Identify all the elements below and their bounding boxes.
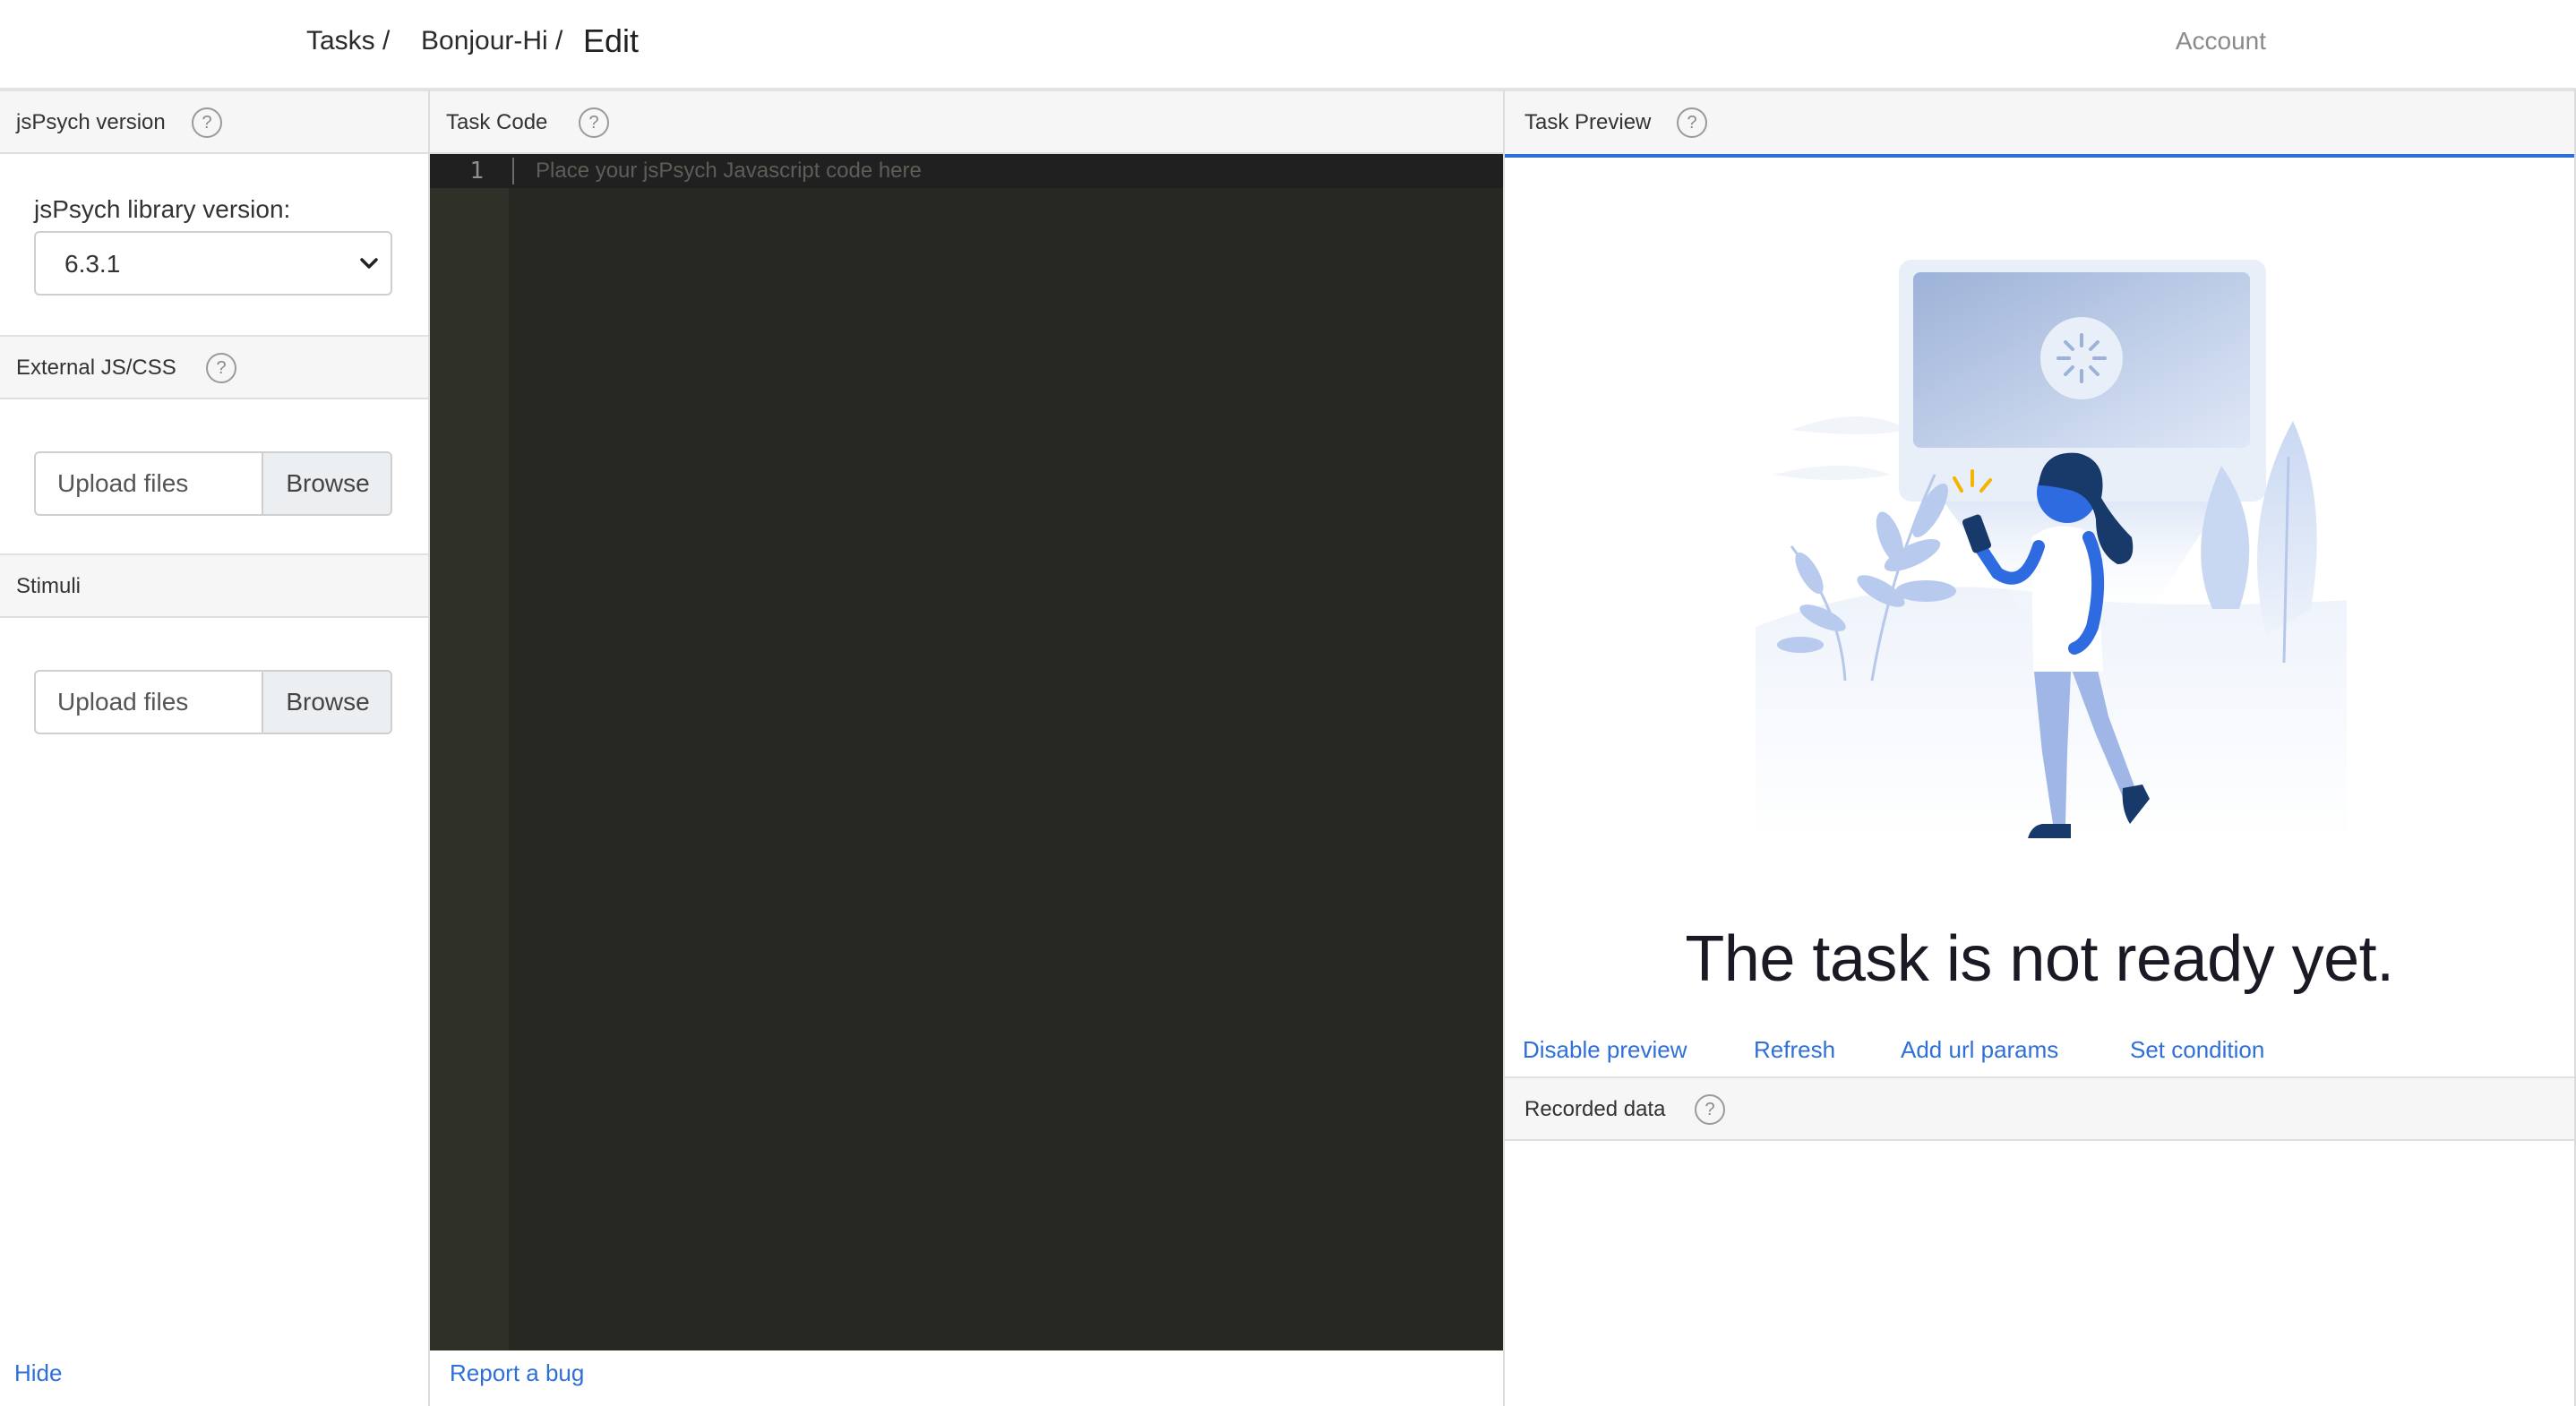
task-code-panel: Task Code ? 1 Place your jsPsych Javascr… bbox=[430, 90, 1505, 1406]
breadcrumb-task-name[interactable]: Bonjour-Hi / bbox=[421, 0, 562, 82]
stimuli-upload[interactable]: Upload files Browse bbox=[34, 670, 392, 734]
settings-sidebar: jsPsych version ? jsPsych library versio… bbox=[0, 90, 430, 1406]
editor-placeholder: Place your jsPsych Javascript code here bbox=[536, 159, 922, 183]
question-circle-icon[interactable]: ? bbox=[192, 107, 222, 138]
stimuli-header: Stimuli bbox=[0, 553, 428, 618]
preview-actions: Disable preview Refresh Add url params S… bbox=[1505, 1032, 2574, 1067]
breadcrumb-current: Edit bbox=[583, 22, 640, 59]
task-code-title: Task Code bbox=[446, 110, 548, 134]
text-cursor bbox=[512, 158, 514, 184]
set-condition-link[interactable]: Set condition bbox=[2130, 1032, 2264, 1067]
stimuli-files-input[interactable]: Upload files bbox=[36, 672, 262, 733]
hide-sidebar-link[interactable]: Hide bbox=[14, 1359, 62, 1387]
library-version-label: jsPsych library version: bbox=[34, 195, 291, 223]
editor-gutter bbox=[430, 154, 509, 1350]
code-editor[interactable]: 1 Place your jsPsych Javascript code her… bbox=[430, 154, 1503, 1350]
jspsych-version-header: jsPsych version ? bbox=[0, 90, 428, 154]
stimuli-title: Stimuli bbox=[16, 574, 82, 598]
recorded-data-header: Recorded data ? bbox=[1505, 1076, 2574, 1141]
line-number: 1 bbox=[469, 158, 484, 184]
task-preview-title: Task Preview bbox=[1524, 110, 1652, 134]
question-circle-icon[interactable]: ? bbox=[579, 107, 609, 138]
chevron-down-icon bbox=[360, 258, 378, 269]
library-version-select[interactable]: 6.3.1 bbox=[34, 231, 392, 296]
breadcrumb-tasks[interactable]: Tasks / bbox=[306, 0, 390, 82]
task-preview-header: Task Preview ? bbox=[1505, 90, 2574, 154]
refresh-link[interactable]: Refresh bbox=[1754, 1032, 1835, 1067]
external-files-input[interactable]: Upload files bbox=[36, 453, 262, 514]
external-files-browse-button[interactable]: Browse bbox=[262, 453, 391, 514]
jspsych-version-title: jsPsych version bbox=[16, 110, 166, 134]
recorded-data-title: Recorded data bbox=[1524, 1097, 1666, 1121]
preview-active-indicator bbox=[1505, 154, 2574, 158]
loading-screen-illustration bbox=[1756, 260, 2347, 842]
external-files-upload[interactable]: Upload files Browse bbox=[34, 451, 392, 516]
top-navbar: Tasks / Bonjour-Hi / Edit Account bbox=[0, 0, 2576, 90]
question-circle-icon[interactable]: ? bbox=[1695, 1094, 1725, 1125]
not-ready-message: The task is not ready yet. bbox=[1685, 923, 2394, 995]
report-bug-link[interactable]: Report a bug bbox=[450, 1359, 584, 1387]
library-version-value: 6.3.1 bbox=[64, 250, 121, 278]
external-js-css-title: External JS/CSS bbox=[16, 356, 176, 380]
stimuli-browse-button[interactable]: Browse bbox=[262, 672, 391, 733]
task-preview-panel: Task Preview ? The task is not ready yet… bbox=[1505, 90, 2576, 1406]
account-link[interactable]: Account bbox=[2176, 0, 2266, 82]
task-code-header: Task Code ? bbox=[430, 90, 1503, 154]
external-js-css-header: External JS/CSS ? bbox=[0, 335, 428, 399]
disable-preview-link[interactable]: Disable preview bbox=[1523, 1032, 1687, 1067]
question-circle-icon[interactable]: ? bbox=[206, 353, 236, 383]
add-url-params-link[interactable]: Add url params bbox=[1901, 1032, 2058, 1067]
question-circle-icon[interactable]: ? bbox=[1677, 107, 1707, 138]
